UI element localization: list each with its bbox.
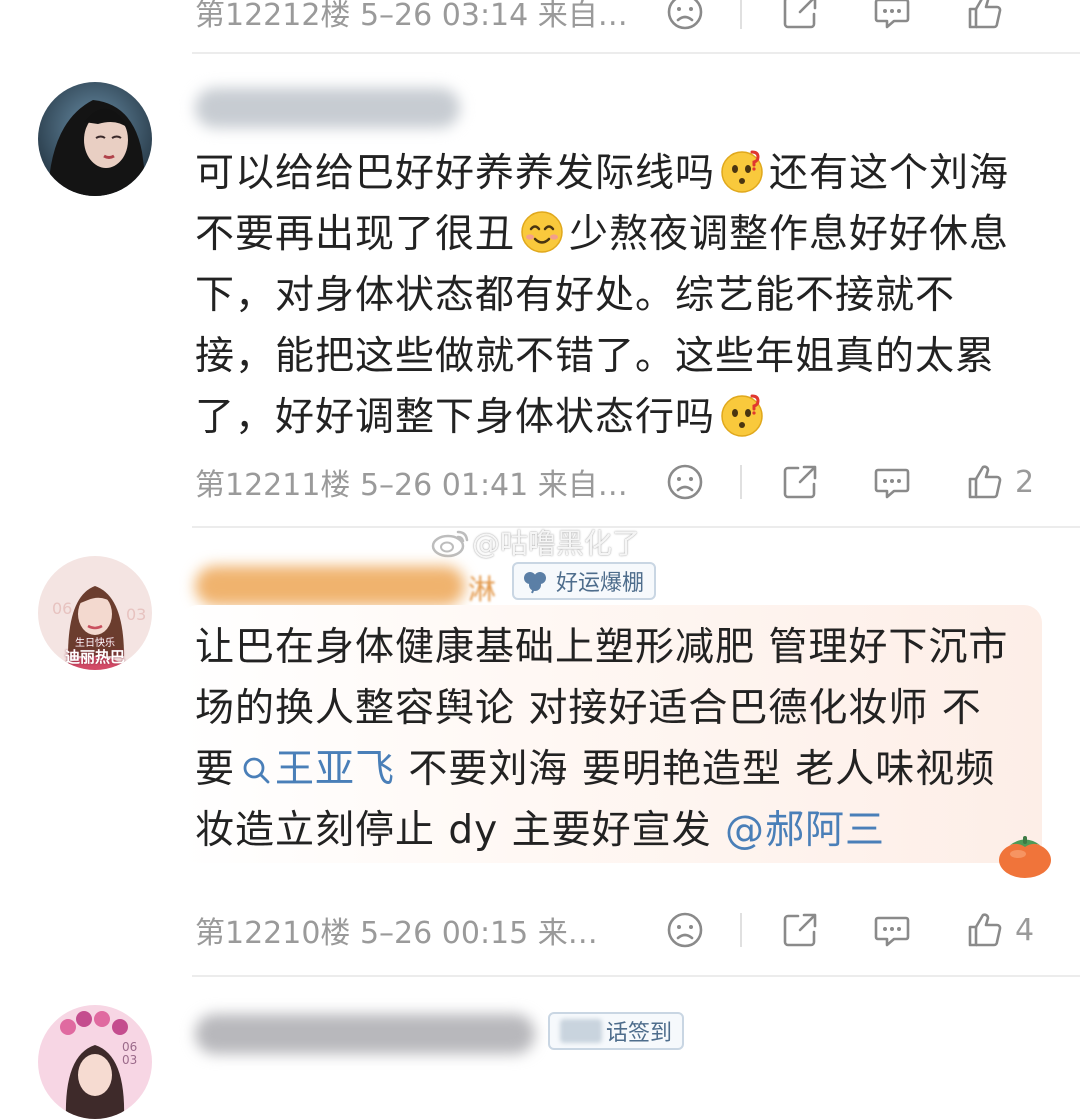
comment-divider [192,52,1080,54]
comment-text: 可以给给巴好好养养发际线吗 还有这个刘海 不要再出现了很丑 少熬夜调整作息好好休息 … [195,143,1055,448]
comment-bubble-icon [874,468,910,499]
comment-line: 不要刘海 要明艳造型 老人味视频 [395,747,996,792]
confused-face-emoji [721,394,763,437]
share-button[interactable] [780,462,820,502]
search-link-text: 王亚飞 [275,747,396,792]
fan-badge[interactable]: 好运爆棚 [512,562,657,600]
comment-line: 接，能把这些做就不错了。这些年姐真的太累 [195,334,996,379]
comment-bubble-icon [874,916,910,947]
comment-meta-text: 第12212楼 5–26 03:14 来自… [195,0,628,33]
comment-line: 可以给给巴好好养养发际线吗 [195,151,716,196]
comment-meta-text: 第12210楼 5–26 00:15 来… [195,916,598,951]
like-button[interactable]: 2 [965,462,1034,502]
comment-line: 了，好好调整下身体状态行吗 [195,395,716,440]
dislike-face-icon [667,912,703,948]
confused-face-emoji [721,150,763,193]
badge-label: 话签到 [606,1021,673,1046]
thumbs-up-icon [968,0,1002,29]
dislike-button[interactable] [665,0,705,32]
comment-line: 要 [195,747,236,792]
share-icon [783,465,817,499]
thumbs-up-icon [968,913,1002,947]
comment-line: 下，对身体状态都有好处。综艺能不接就不 [195,273,956,318]
clover-badge-icon [524,572,546,594]
username-blurred[interactable] [195,566,465,606]
comment-meta-text: 第12211楼 5–26 01:41 来自… [195,468,628,503]
fan-badge[interactable]: 话签到 [548,1012,685,1050]
comment-line: 让巴在身体健康基础上塑形减肥 管理好下沉市 [195,625,1009,670]
comment-button[interactable] [872,0,912,32]
username-blurred[interactable] [195,1014,535,1054]
comment-meta-12212: 第12212楼 5–26 03:14 来自… [195,0,1050,42]
username-blurred[interactable] [195,88,460,128]
share-icon [783,0,817,29]
avatar-caption: 06 03 [122,1040,138,1067]
like-button[interactable] [965,0,1005,32]
weibo-logo-icon [431,530,469,558]
badge-label: 好运爆棚 [556,571,645,596]
action-separator [740,913,742,947]
like-button[interactable]: 4 [965,910,1034,950]
svg-text:03: 03 [126,605,146,624]
search-link[interactable]: 王亚飞 [235,747,395,792]
comment-meta-12210: 第12210楼 5–26 00:15 来… 4 [195,900,1050,960]
avatar[interactable]: 06 03 生日快乐 迪丽热巴 [38,556,152,670]
action-separator [740,465,742,499]
comment-line: 不要再出现了很丑 [195,212,516,257]
like-count: 2 [1015,464,1035,500]
comment-line: 还有这个刘海 [769,151,1010,196]
search-icon [243,757,270,784]
action-separator [740,0,742,29]
comment-button[interactable] [872,462,912,502]
user-avatar-image [38,82,152,196]
share-icon [783,913,817,947]
dislike-button[interactable] [665,910,705,950]
share-button[interactable] [780,910,820,950]
comment-bubble-icon [874,0,910,29]
dislike-face-icon [667,464,703,500]
comment-line: 妆造立刻停止 dy 主要好宣发 [195,808,726,853]
like-count: 4 [1015,912,1035,948]
avatar[interactable]: 06 03 [38,1005,152,1119]
dislike-button[interactable] [665,462,705,502]
avatar[interactable] [38,82,152,196]
share-button[interactable] [780,0,820,32]
comment-divider [192,975,1080,977]
comment-line: 少熬夜调整作息好好休息 [569,212,1010,257]
svg-text:06: 06 [52,599,72,618]
badge-icon-blurred [560,1019,602,1043]
username-partial: 淋 [468,573,497,606]
thumbs-up-icon [968,465,1002,499]
mention-link[interactable]: @郝阿三 [725,808,885,853]
avatar-caption: 迪丽热巴 [64,648,125,666]
comment-text: 让巴在身体健康基础上塑形减肥 管理好下沉市 场的换人整容舆论 对接好适合巴德化妆… [195,617,1035,861]
watermark-text: @咕噜黑化了 [472,527,641,560]
dislike-face-icon [667,0,703,30]
smiling-face-emoji [521,211,563,253]
comment-button[interactable] [872,910,912,950]
comment-line: 场的换人整容舆论 对接好适合巴德化妆师 不 [195,686,982,731]
comment-meta-12211: 第12211楼 5–26 01:41 来自… 2 [195,452,1050,512]
watermark: @咕噜黑化了 [430,522,640,562]
